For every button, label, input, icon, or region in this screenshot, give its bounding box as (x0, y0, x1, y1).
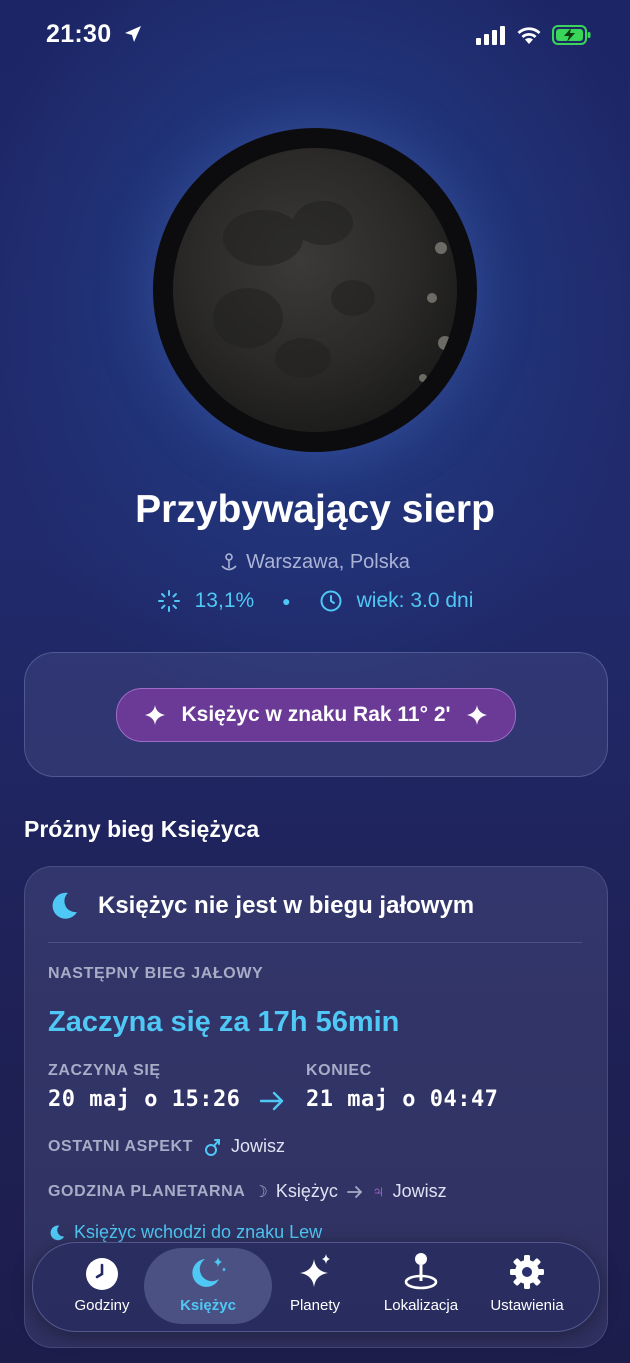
crescent-moon-icon (50, 1225, 65, 1240)
sextile-aspect-icon (205, 1138, 220, 1156)
clock-icon (320, 590, 342, 612)
wifi-icon (517, 27, 541, 44)
sparkle-icon (466, 705, 487, 725)
arrow-right-icon (259, 1091, 284, 1111)
gear-icon (510, 1255, 544, 1289)
jupiter-glyph-icon: ♃ (371, 1181, 385, 1201)
moon-stats: 13,1% ● wiek: 3.0 dni (0, 589, 630, 613)
sign-ingress-row: Księżyc wchodzi do znaku Lew (48, 1222, 322, 1243)
battery-charging-icon (552, 25, 591, 45)
zodiac-sign-pill[interactable]: Księżyc w znaku Rak 11° 2' (116, 688, 516, 742)
planetary-hour-to: Jowisz (392, 1181, 447, 1201)
clock-icon (86, 1258, 118, 1290)
sparkles-icon (300, 1254, 330, 1287)
tab-godziny[interactable]: Godziny (47, 1248, 157, 1324)
illumination-icon (157, 590, 180, 612)
tab-godziny-label: Godziny (74, 1297, 130, 1314)
location-text: Warszawa, Polska (246, 551, 410, 573)
stats-separator: ● (282, 593, 291, 609)
location-pin-icon (221, 552, 237, 570)
tab-planety-label: Planety (289, 1297, 341, 1314)
start-value: 20 maj o 15:26 (48, 1087, 241, 1112)
last-aspect-row: OSTATNI ASPEKT Jowisz (48, 1136, 285, 1157)
tab-ustawienia[interactable]: Ustawienia (472, 1248, 582, 1324)
void-section-title: Próżny bieg Księżyca (24, 816, 260, 842)
illumination-value: 13,1% (194, 589, 255, 612)
location-row[interactable]: Warszawa, Polska (0, 551, 630, 574)
tab-ustawienia-label: Ustawienia (490, 1297, 564, 1314)
signal-icon (476, 26, 505, 45)
void-status-row: Księżyc nie jest w biegu jałowym (48, 890, 474, 922)
zodiac-sign-label: Księżyc w znaku Rak 11° 2' (181, 703, 451, 726)
moon-disc (173, 148, 457, 432)
tab-lokalizacja-label: Lokalizacja (383, 1297, 459, 1314)
last-aspect-value: Jowisz (231, 1136, 286, 1156)
tab-lokalizacja[interactable]: Lokalizacja (366, 1248, 476, 1324)
moon-stars-icon (192, 1257, 226, 1287)
status-indicators (476, 24, 592, 46)
moon-glyph-icon: ☽ (253, 1183, 268, 1201)
card-divider (48, 942, 582, 943)
planetary-hour-label: GODZINA PLANETARNA (48, 1182, 246, 1200)
planetary-hour-row: GODZINA PLANETARNA ☽ Księżyc ♃ Jowisz (48, 1181, 447, 1202)
moon-phase-title: Przybywający sierp (135, 488, 495, 531)
status-time: 21:30 (46, 20, 143, 49)
end-value: 21 maj o 04:47 (306, 1087, 499, 1112)
map-pin-icon (404, 1253, 438, 1290)
status-time-text: 21:30 (46, 20, 112, 48)
arrow-right-icon (346, 1185, 363, 1198)
end-label: KONIEC (306, 1062, 372, 1079)
crescent-moon-icon (52, 892, 77, 919)
tab-planety[interactable]: Planety (260, 1248, 370, 1324)
next-void-label: NASTĘPNY BIEG JAŁOWY (48, 965, 264, 982)
void-countdown: Zaczyna się za 17h 56min (48, 1006, 400, 1038)
sparkle-icon (145, 705, 166, 725)
tab-ksiezyc[interactable]: Księżyc (144, 1248, 272, 1324)
moon-phase-image (153, 128, 477, 452)
sign-ingress-text: Księżyc wchodzi do znaku Lew (74, 1222, 323, 1242)
last-aspect-label: OSTATNI ASPEKT (48, 1137, 193, 1155)
moon-age-value: wiek: 3.0 dni (356, 589, 474, 612)
planetary-hour-from: Księżyc (275, 1181, 338, 1201)
location-arrow-icon (124, 26, 141, 42)
void-status-text: Księżyc nie jest w biegu jałowym (98, 892, 475, 919)
start-label: ZACZYNA SIĘ (48, 1062, 161, 1079)
tab-ksiezyc-label: Księżyc (180, 1297, 236, 1314)
